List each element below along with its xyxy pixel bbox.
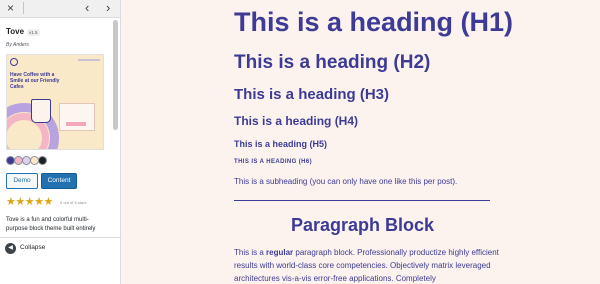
subheading: This is a subheading (you can only have … xyxy=(234,177,458,186)
theme-name: Tove xyxy=(6,27,25,36)
color-swatch[interactable] xyxy=(38,156,47,165)
theme-version-badge: v1.5 xyxy=(27,29,40,36)
theme-description: Tove is a fun and colorful multi-purpose… xyxy=(6,217,96,232)
divider xyxy=(23,2,24,14)
paragraph-block-title: Paragraph Block xyxy=(291,215,435,235)
heading-h2: This is a heading (H2) xyxy=(234,52,431,73)
star-rating: ★★★★★ xyxy=(6,196,53,208)
heading-h6: This is a heading (H6) xyxy=(234,159,313,165)
close-icon[interactable]: × xyxy=(7,1,14,15)
collapse-icon[interactable]: ◀ xyxy=(5,243,16,254)
screenshot-tagline: Have Coffee with a Smile at our Friendly… xyxy=(10,72,60,90)
separator xyxy=(234,200,490,201)
sidebar-header: × ‹ › xyxy=(0,0,120,18)
coffee-cup-illustration xyxy=(31,99,51,123)
next-theme-icon[interactable]: › xyxy=(106,0,110,15)
collapse-button[interactable]: Collapse xyxy=(20,244,45,251)
screenshot-card-button xyxy=(66,122,86,126)
previous-theme-icon[interactable]: ‹ xyxy=(85,0,89,15)
content-button[interactable]: Content xyxy=(41,173,77,189)
heading-h4: This is a heading (H4) xyxy=(234,114,359,128)
theme-preview: This is a heading (H1) This is a heading… xyxy=(121,0,600,284)
paragraph-text: This is a regular paragraph block. Profe… xyxy=(234,246,502,284)
theme-author: By Anders xyxy=(6,42,29,48)
screenshot-nav xyxy=(78,59,100,61)
heading-h3: This is a heading (H3) xyxy=(234,86,390,103)
heading-h5: This is a heading (H5) xyxy=(234,139,328,149)
demo-button[interactable]: Demo xyxy=(6,173,38,189)
screenshot-card xyxy=(59,103,95,131)
paragraph-text-start: This is a xyxy=(234,248,267,257)
screenshot-logo xyxy=(10,58,18,66)
paragraph-bold-word: regular xyxy=(266,248,294,257)
theme-details-sidebar: × ‹ › Tove v1.5 By Anders Have Coffee wi… xyxy=(0,0,121,284)
theme-screenshot: Have Coffee with a Smile at our Friendly… xyxy=(6,54,104,150)
sidebar-scrollbar[interactable] xyxy=(113,20,118,130)
heading-h1: This is a heading (H1) xyxy=(234,7,514,37)
rating-count: 5 out of 5 stars xyxy=(60,200,87,205)
sidebar-footer: ◀ Collapse xyxy=(0,237,120,260)
